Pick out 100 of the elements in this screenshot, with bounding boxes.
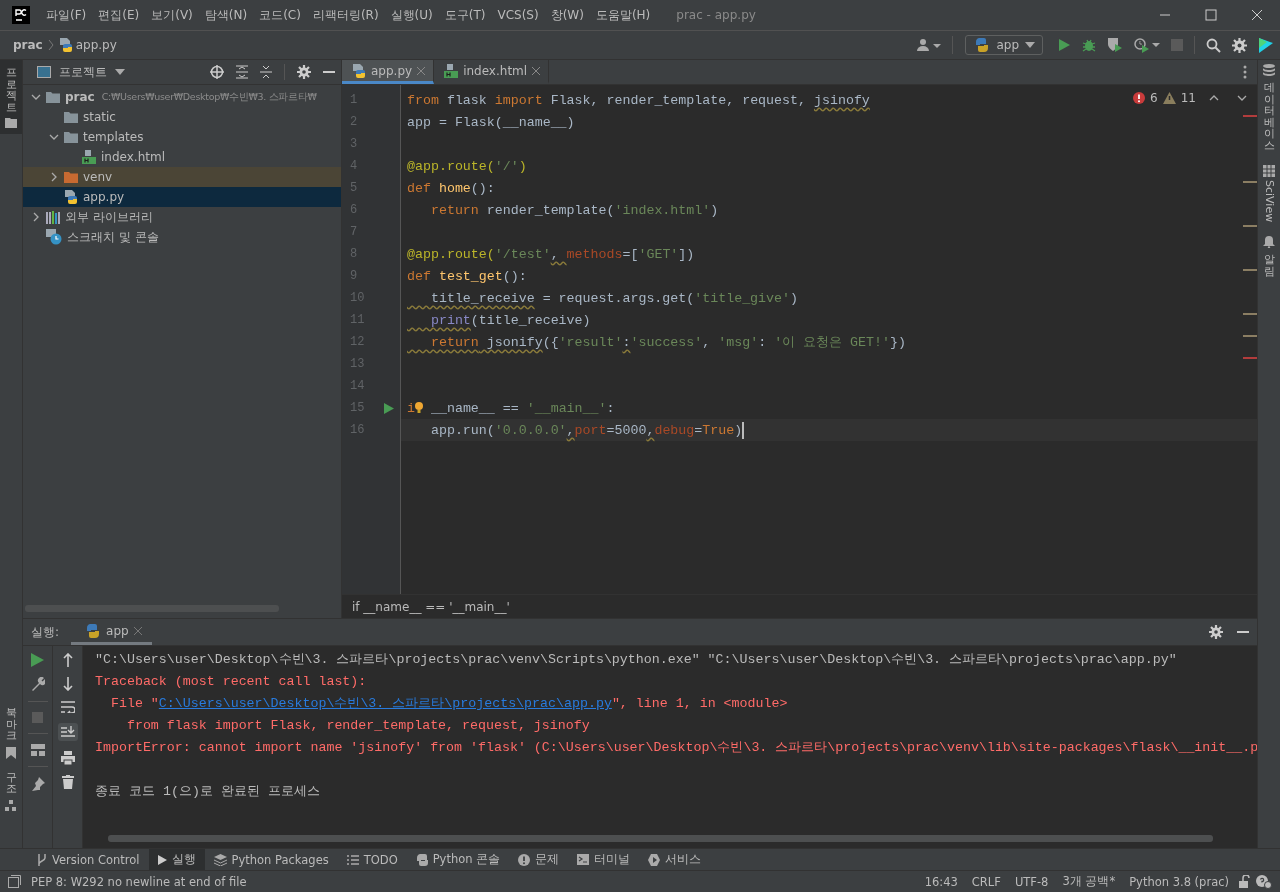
inspector-icon[interactable] <box>1256 874 1272 889</box>
status-item[interactable]: CRLF <box>967 874 1005 889</box>
run-icon[interactable] <box>384 402 394 414</box>
tree-item[interactable]: index.html <box>23 147 341 167</box>
grid-icon <box>1263 165 1275 178</box>
code-line: print(title_receive) <box>429 312 591 328</box>
coverage-shield-icon[interactable] <box>1107 37 1123 53</box>
project-view-dropdown[interactable]: 프로젝트 <box>37 63 125 81</box>
bookmark-icon <box>6 746 16 759</box>
tool-window-button[interactable]: 구조 <box>0 764 22 818</box>
menu-item[interactable]: 편집(E) <box>92 3 146 27</box>
folder-icon <box>5 118 17 129</box>
layout-icon[interactable] <box>30 744 45 756</box>
tool-window-tab[interactable]: 서비스 <box>639 849 711 870</box>
menu-item[interactable]: 리팩터링(R) <box>306 3 385 27</box>
menu-item[interactable]: 파일(F) <box>40 3 93 27</box>
tool-window-tab[interactable]: 문제 <box>509 849 569 870</box>
close-icon[interactable] <box>1251 9 1263 21</box>
chevron-icon[interactable] <box>31 92 41 102</box>
tool-window-tab[interactable]: Python 콘솔 <box>406 849 510 870</box>
maximize-icon[interactable] <box>1205 9 1217 21</box>
bell-icon <box>1263 236 1275 249</box>
chevron-icon[interactable] <box>49 132 59 142</box>
settings-icon[interactable] <box>1232 37 1247 53</box>
collapse-all-icon[interactable] <box>260 65 272 79</box>
pin-icon[interactable] <box>30 777 45 791</box>
chevron-icon[interactable] <box>31 212 41 222</box>
arrow-down-icon[interactable] <box>62 677 73 691</box>
wrench-icon[interactable] <box>30 677 45 691</box>
status-item[interactable]: 3개 공백* <box>1058 874 1120 889</box>
chevron-icon[interactable] <box>49 172 59 182</box>
tree-item[interactable]: prac C:₩Users₩user₩Desktop₩수빈₩3. 스파르타₩ <box>23 87 341 107</box>
file-link[interactable]: C:\Users\user\Desktop\수빈\3. 스파르타\projects\prac\app.py <box>158 696 612 711</box>
tool-window-button[interactable]: 알림 <box>1263 236 1275 278</box>
chevron-up-icon[interactable] <box>1209 95 1219 101</box>
tool-window-button[interactable]: 북마크 <box>0 700 22 765</box>
lightbulb-icon[interactable] <box>415 401 423 415</box>
breadcrumb-item[interactable]: app.py <box>75 38 117 52</box>
tree-item[interactable]: app.py <box>23 187 341 207</box>
menu-item[interactable]: 도구(T) <box>438 3 492 27</box>
status-item[interactable]: 16:43 <box>920 874 962 889</box>
tree-item[interactable]: static <box>23 107 341 127</box>
editor-tab[interactable]: app.py <box>342 60 435 84</box>
tree-item[interactable]: templates <box>23 127 341 147</box>
python-icon <box>85 622 102 639</box>
panel-title: 실행: <box>31 623 60 641</box>
close-icon[interactable] <box>532 66 541 75</box>
status-item[interactable]: Python 3.8 (prac) <box>1125 874 1233 889</box>
plugin-logo-icon[interactable] <box>1258 36 1274 54</box>
tool-window-label: 데이터베이스 <box>1263 82 1275 152</box>
run-icon[interactable] <box>31 653 44 667</box>
arrow-up-icon[interactable] <box>62 653 73 667</box>
breadcrumb-item[interactable]: if __name__ == '__main__' <box>352 599 510 614</box>
trash-icon[interactable] <box>61 775 74 789</box>
tree-item[interactable]: venv <box>23 167 341 187</box>
tree-item[interactable]: 스크래치 및 콘솔 <box>23 227 341 247</box>
chevron-down-icon[interactable] <box>1237 95 1247 101</box>
editor-tab[interactable]: index.html <box>434 60 550 84</box>
locate-target-icon[interactable] <box>210 65 224 79</box>
unlock-icon[interactable] <box>1239 875 1250 888</box>
menu-item[interactable]: 창(W) <box>544 3 590 27</box>
tool-window-button[interactable]: 프로젝트 <box>0 60 22 135</box>
run-configuration-dropdown[interactable]: app <box>965 35 1043 55</box>
breadcrumb-item[interactable]: prac <box>13 38 43 52</box>
tree-item[interactable]: 외부 라이브러리 <box>23 207 341 227</box>
tool-window-tab[interactable]: TODO <box>337 849 407 870</box>
menu-item[interactable]: 실행(U) <box>384 3 439 27</box>
run-icon[interactable] <box>1057 38 1071 52</box>
console-line: File "C:\Users\user\Desktop\수빈\3. 스파르타\projects\prac\app.py", line 1, in <module> <box>109 695 789 713</box>
menu-item[interactable]: 탐색(N) <box>198 3 254 27</box>
tool-window-label: 구조 <box>5 771 17 795</box>
play-icon <box>157 854 167 865</box>
tool-window-button[interactable]: SciView <box>1263 165 1275 223</box>
settings-icon[interactable] <box>297 65 311 79</box>
print-icon[interactable] <box>60 751 75 765</box>
tool-window-tab[interactable]: 터미널 <box>568 849 640 870</box>
settings-icon[interactable] <box>1209 625 1223 639</box>
tool-window-button[interactable]: 데이터베이스 <box>1263 64 1275 152</box>
tool-window-tab[interactable]: Python Packages <box>204 849 338 870</box>
warning-count[interactable]: 11 <box>1180 91 1196 105</box>
profiler-clock-icon[interactable] <box>1134 37 1160 53</box>
search-icon[interactable] <box>1206 37 1221 53</box>
scrollbar[interactable] <box>108 835 1213 842</box>
status-item[interactable]: UTF-8 <box>1010 874 1053 889</box>
user-dropdown-icon[interactable] <box>917 38 942 52</box>
expand-all-icon[interactable] <box>236 65 248 79</box>
more-options-icon[interactable] <box>1243 65 1247 79</box>
error-count[interactable]: 6 <box>1150 91 1158 105</box>
console-line: "C:\Users\user\Desktop\수빈\3. 스파르타\projects\prac\venv\Scripts\python.exe" "C:\Users\user\Desktop\수빈\3. 스파르타\projects\prac\app.py" <box>95 651 1178 669</box>
scroll-to-end-icon[interactable] <box>57 723 78 741</box>
menu-item[interactable]: VCS(S) <box>491 5 545 25</box>
menu-item[interactable]: 도움말(H) <box>589 3 657 27</box>
console-line: ImportError: cannot import name 'jsinofy' from 'flask' (C:\Users\user\Desktop\수빈\3. 스파르타\projects\prac\venv\lib\site-packages\flask\__init__.p <box>95 739 1257 757</box>
menu-item[interactable]: 코드(C) <box>253 3 307 27</box>
tool-window-tab[interactable]: Version Control <box>28 849 149 870</box>
menu-item[interactable]: 보기(V) <box>145 3 199 27</box>
debug-bug-icon[interactable] <box>1082 38 1096 52</box>
soft-wrap-icon[interactable] <box>60 701 75 713</box>
tool-windows-icon[interactable] <box>8 875 21 888</box>
tool-window-tab[interactable]: 실행 <box>148 849 205 870</box>
